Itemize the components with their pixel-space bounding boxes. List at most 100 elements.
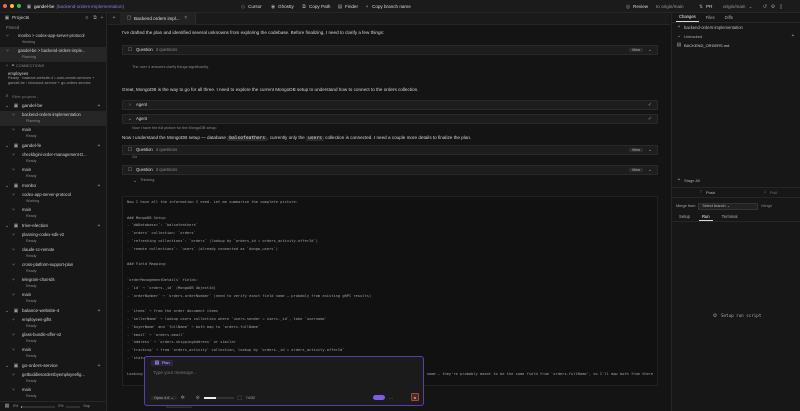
agent-card[interactable]: › Agent ✓ <box>122 100 658 110</box>
brain-icon[interactable]: ✲ <box>180 395 186 401</box>
workspace-item[interactable]: ⑂ employees-gifts Ready <box>0 316 106 331</box>
pull-button[interactable]: ↓ Pull <box>762 189 777 196</box>
copy-path-button[interactable]: ⧉ Copy Path <box>301 4 330 10</box>
history-icon[interactable]: ↺ <box>762 4 768 10</box>
tab-files[interactable]: Files <box>703 14 718 21</box>
add-project-icon[interactable]: + <box>99 15 105 22</box>
thinking-line: - `refreshing collections`: `orders` (lo… <box>127 238 318 243</box>
project-title: ▣ gandel-be (backend-orders-implementati… <box>26 3 125 10</box>
question-note: Go <box>132 155 138 159</box>
project-group-header[interactable]: ⌄ ▣ balance-website-4 + <box>0 306 106 316</box>
thinking-line: - `dbDatabase=`: `balsofeathers` <box>127 223 199 228</box>
pinned-workspace-item-active[interactable]: ⑂ gandel-be > backend-orders-imple... Pl… <box>0 47 106 62</box>
tab-diffs[interactable]: Diffs <box>722 14 736 21</box>
tab-backend-orders[interactable]: ▢ Backend orders impl... × <box>120 12 196 25</box>
workspace-item[interactable]: ⑂ main Ready <box>0 206 106 221</box>
memory-usage-bar <box>66 405 81 408</box>
push-pull-row: ↑ Push ↓ Pull <box>672 187 800 198</box>
settings-icon[interactable]: ⚙ <box>770 4 776 10</box>
filter-icon[interactable]: ≡ <box>84 15 90 22</box>
setup-run-script-button[interactable]: ⚙ Setup run script <box>712 313 762 319</box>
project-group-header[interactable]: ⌄ ▣ gandel-fe + <box>0 141 106 151</box>
file-icon: ▤ <box>676 41 682 48</box>
view-button[interactable]: View <box>628 47 643 53</box>
add-tab-icon[interactable]: + <box>111 15 117 22</box>
new-window-icon[interactable]: ⧉ <box>92 15 98 22</box>
branch-select[interactable]: Select branch ⌄ <box>698 203 759 210</box>
image-icon[interactable]: ⬚ <box>237 395 243 401</box>
workspace-item[interactable]: ⑂ main Ready <box>0 291 106 306</box>
origin-select[interactable]: origin/main ⌄ <box>723 4 753 10</box>
check-icon: ✓ <box>647 101 653 108</box>
project-group-header[interactable]: ⌄ ▣ gandel-be + <box>0 101 106 111</box>
copy-branch-button[interactable]: ⑂ Copy branch name <box>364 4 410 10</box>
merge-button[interactable]: Merge <box>761 204 772 209</box>
review-button[interactable]: ◎ Review <box>625 4 648 10</box>
attach-icon[interactable]: ⊘ <box>195 395 201 401</box>
add-workspace-icon[interactable]: + <box>96 103 102 109</box>
add-icon[interactable]: + <box>790 33 796 40</box>
add-workspace-icon[interactable]: + <box>96 308 102 314</box>
model-select[interactable]: Opus 4.6 ⌄ <box>151 395 177 401</box>
workspace-item[interactable]: ⑂ cross-platform-support-plan Ready <box>0 261 106 276</box>
thinking-line: `orderManagementDetails` fields: <box>127 277 199 282</box>
workspace-item[interactable]: ⑂ glass-bundle-offer-v2 Ready <box>0 331 106 346</box>
add-workspace-icon[interactable]: + <box>96 363 102 369</box>
changed-file[interactable]: ▤ BACKEND_ORDERS.md <box>672 41 800 49</box>
panel-icon[interactable]: ▯ <box>778 4 784 10</box>
finder-button[interactable]: ▤ Finder <box>337 4 358 10</box>
close-window-icon[interactable] <box>3 4 7 8</box>
push-button[interactable]: ↑ Push <box>698 189 715 196</box>
tab-run[interactable]: Run <box>698 213 713 222</box>
thinking-toggle[interactable]: ⌄ Thinking <box>132 178 154 184</box>
workspace-item[interactable]: ⑂ main Ready <box>0 386 106 401</box>
project-group-header[interactable]: ⌄ ▣ go-orders-service + <box>0 361 106 371</box>
workspace-item[interactable]: ⑂ planning-codex-sdk-v2 Ready <box>0 231 106 246</box>
chevron-down-icon[interactable]: ⌄ <box>647 147 653 153</box>
project-group-header[interactable]: ⌄ ▣ trive-election + <box>0 221 106 231</box>
connections-header[interactable]: › ⚭ CONNECTIONS <box>0 62 106 70</box>
branch-icon: ⑂ <box>12 247 16 253</box>
workspace-item[interactable]: ⑂ getbuddiesordersbyemployeefig... Ready <box>0 371 106 386</box>
assistant-message: Now I understand the MongoDB setup — dat… <box>122 135 472 141</box>
message-input[interactable] <box>153 370 413 375</box>
tab-setup[interactable]: Setup <box>676 213 693 220</box>
mode-toggle[interactable] <box>373 395 385 400</box>
view-button[interactable]: View <box>628 147 643 153</box>
project-group-header[interactable]: ⌄ ▣ monbo + <box>0 181 106 191</box>
tab-terminal[interactable]: Terminal <box>719 213 741 220</box>
connection-item[interactable]: employees Ready · balance-website-4 • au… <box>0 70 106 92</box>
chevron-down-icon[interactable]: ⌄ <box>647 167 653 173</box>
workspace-item[interactable]: ⑂ main Ready <box>0 126 106 141</box>
workspace-item[interactable]: ⑂ main Ready <box>0 166 106 181</box>
stage-all-button[interactable]: + Stage All <box>676 177 700 183</box>
pinned-workspace-item[interactable]: ⑂ monbo > codex-app-server-protocol Work… <box>0 32 106 47</box>
add-workspace-icon[interactable]: + <box>96 183 102 189</box>
agent-note: Now I have the full picture for the Mong… <box>132 126 217 130</box>
untracked-section[interactable]: ⌄ Untracked + <box>672 32 800 41</box>
stop-button[interactable]: ■ <box>411 393 419 401</box>
chevron-down-icon[interactable]: ⌄ <box>647 47 653 53</box>
workspace-item[interactable]: ⑂ backend-orders-implementation Planning <box>0 111 106 126</box>
more-icon[interactable]: ⋯ <box>388 395 394 401</box>
merge-target[interactable]: to origin/main <box>656 4 684 10</box>
workspace-item[interactable]: ⑂ main Ready <box>0 346 106 361</box>
workspace-item[interactable]: ⑂ codex-app-server-protocol Working <box>0 191 106 206</box>
workspace-item[interactable]: ⑂ checkbgini-order-management-D... Ready <box>0 151 106 166</box>
workspace-item[interactable]: ⑂ telegram-chat-tds Ready <box>0 276 106 291</box>
open-in-ghostty-button[interactable]: ◉ Ghostty <box>270 4 294 10</box>
pr-button[interactable]: ⇅ PR <box>698 4 713 10</box>
filter-projects-input[interactable] <box>12 94 92 99</box>
plan-mode-badge[interactable]: ▤ Plan <box>151 360 173 366</box>
open-in-cursor-button[interactable]: ◇ Cursor <box>240 4 262 10</box>
zoom-window-icon[interactable] <box>17 4 21 8</box>
add-workspace-icon[interactable]: + <box>96 223 102 229</box>
branch-icon: ⑂ <box>12 277 16 283</box>
agent-card[interactable]: ⌄ Agent ✓ <box>122 114 658 124</box>
add-workspace-icon[interactable]: + <box>96 143 102 149</box>
view-button[interactable]: View <box>628 167 643 173</box>
minimize-window-icon[interactable] <box>10 4 14 8</box>
tab-changes[interactable]: Changes <box>676 13 699 22</box>
workspace-item[interactable]: ⑂ claude-cc-remote Ready <box>0 246 106 261</box>
close-tab-icon[interactable]: × <box>183 15 189 22</box>
